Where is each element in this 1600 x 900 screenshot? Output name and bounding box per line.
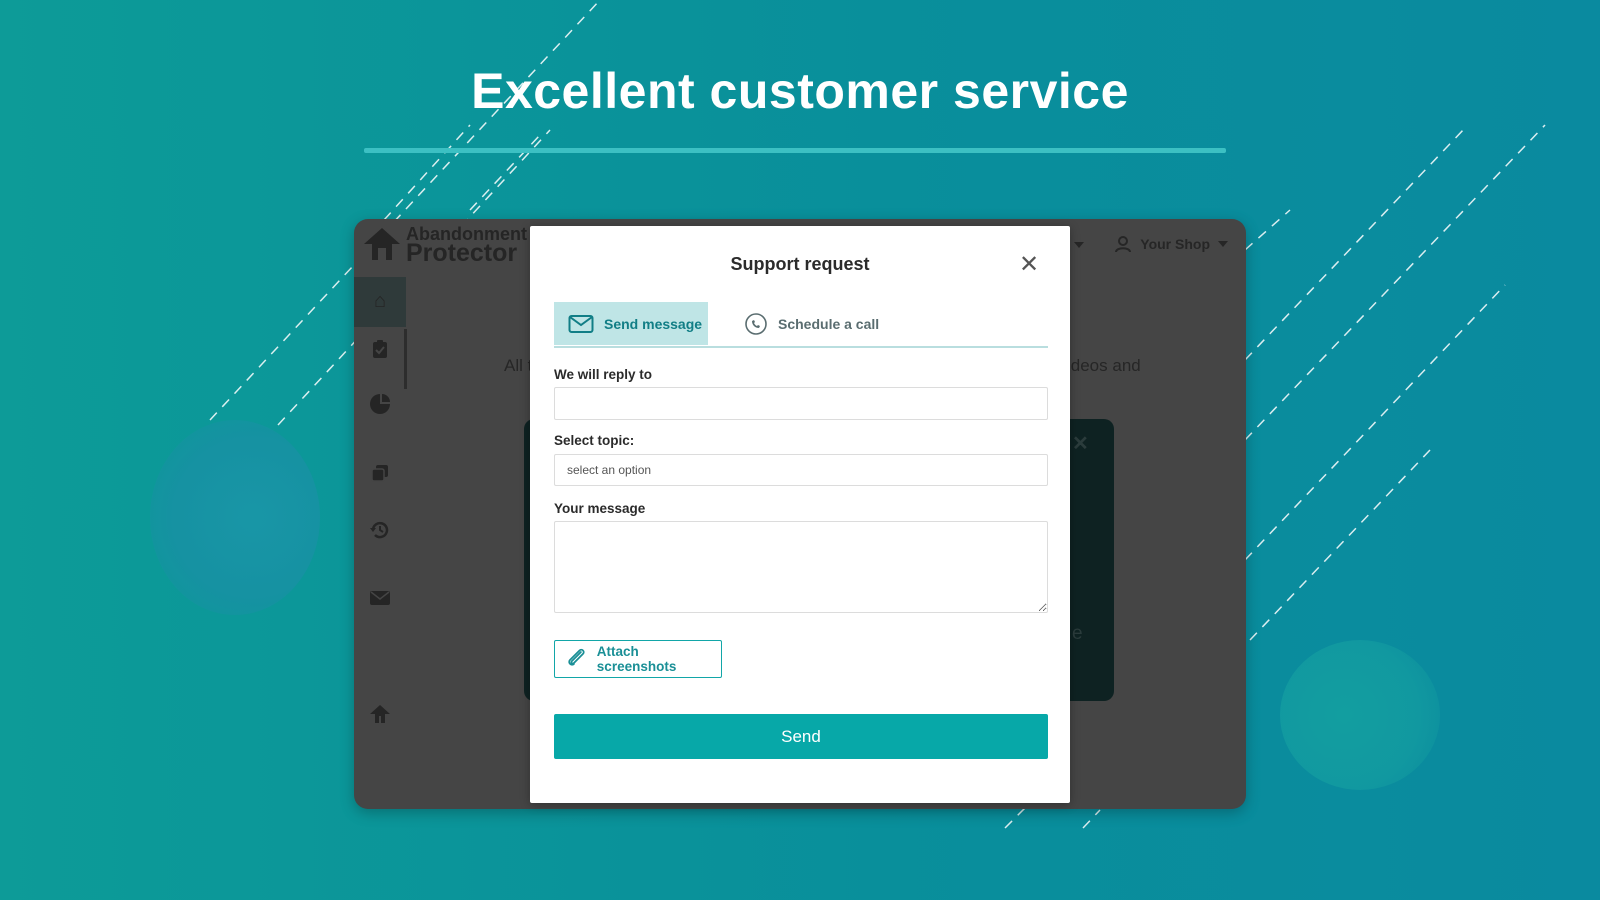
paperclip-icon xyxy=(568,648,585,666)
modal-tabs: Send message Schedule a call xyxy=(554,302,1048,348)
topic-label: Select topic: xyxy=(554,433,635,448)
history-icon[interactable] xyxy=(368,519,392,543)
shop-label: Your Shop xyxy=(1140,236,1210,252)
phone-icon xyxy=(745,312,767,335)
topic-select[interactable]: select an option xyxy=(554,454,1048,486)
sidebar-scroll-indicator xyxy=(404,329,407,389)
message-label: Your message xyxy=(554,501,646,516)
sidebar-item-home[interactable]: ⌂ xyxy=(354,277,406,327)
reply-to-label: We will reply to xyxy=(554,367,653,382)
support-request-modal: Support request ✕ Send message Schedule … xyxy=(530,226,1070,803)
logo-house-icon xyxy=(364,228,400,260)
send-button[interactable]: Send xyxy=(554,714,1048,759)
background-card-text: e xyxy=(1072,623,1083,644)
logo-small-icon[interactable] xyxy=(368,703,392,727)
headline-underline xyxy=(364,148,1226,153)
tab-send-message-label: Send message xyxy=(604,315,703,332)
page-headline: Excellent customer service xyxy=(471,63,1129,119)
message-textarea[interactable] xyxy=(554,521,1048,613)
decorative-circle-left xyxy=(150,420,320,615)
tab-schedule-call[interactable]: Schedule a call xyxy=(744,302,879,345)
dropdown-caret-icon[interactable] xyxy=(1074,242,1084,248)
reply-to-input[interactable] xyxy=(554,387,1048,420)
envelope-icon xyxy=(568,314,594,333)
copy-icon[interactable] xyxy=(368,463,392,487)
pie-chart-icon[interactable] xyxy=(368,393,392,417)
background-text-right: ideos and xyxy=(1067,356,1141,375)
background-text-left: All t xyxy=(504,356,533,375)
user-icon xyxy=(1115,236,1132,253)
clipboard-icon[interactable] xyxy=(368,339,392,363)
attach-screenshots-button[interactable]: Attach screenshots xyxy=(554,640,722,678)
tab-schedule-call-label: Schedule a call xyxy=(778,315,880,332)
home-icon: ⌂ xyxy=(373,290,387,312)
background-close-icon: ✕ xyxy=(1072,433,1089,455)
topic-select-placeholder: select an option xyxy=(567,463,652,477)
chevron-down-icon xyxy=(1218,241,1228,247)
shop-menu[interactable]: Your Shop xyxy=(1114,235,1228,253)
attach-screenshots-label: Attach screenshots xyxy=(596,644,677,674)
mail-icon[interactable] xyxy=(368,589,392,613)
tab-send-message[interactable]: Send message xyxy=(554,302,708,345)
decorative-circle-right xyxy=(1280,640,1440,790)
close-icon[interactable]: ✕ xyxy=(1018,253,1040,277)
modal-title: Support request xyxy=(730,254,870,274)
app-logo: Abandonment Protector xyxy=(362,225,527,267)
logo-text-line2: Protector xyxy=(406,239,518,267)
